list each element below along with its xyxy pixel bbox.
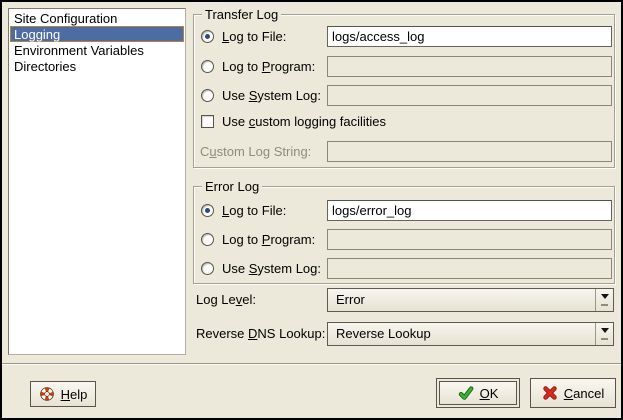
reverse-dns-combo[interactable]: Reverse Lookup	[327, 322, 614, 346]
help-button[interactable]: Help	[30, 381, 96, 407]
ok-button-label: OK	[480, 386, 499, 401]
bottom-separator	[2, 363, 621, 365]
error-log-group-title: Error Log	[202, 179, 262, 194]
error-log-to-file-row: Log to File:	[201, 200, 286, 221]
chevron-down-icon	[601, 294, 609, 303]
log-level-value: Error	[328, 289, 595, 311]
custom-facilities-row: Use custom logging facilities	[201, 112, 386, 130]
custom-log-string-input	[327, 141, 612, 162]
cancel-button[interactable]: Cancel	[530, 378, 616, 408]
error-log-program-input	[327, 229, 612, 250]
sidebar-item-directories[interactable]: Directories	[10, 58, 184, 74]
transfer-use-system-log-radio[interactable]	[201, 89, 214, 102]
error-system-log-input	[327, 258, 612, 279]
reverse-dns-dropdown-button[interactable]	[595, 323, 613, 345]
reverse-dns-value: Reverse Lookup	[328, 323, 595, 345]
cancel-button-label: Cancel	[564, 386, 604, 401]
use-custom-facilities-checkbox[interactable]	[201, 115, 214, 128]
transfer-use-system-log-label[interactable]: Use System Log:	[222, 88, 321, 103]
error-log-to-file-label[interactable]: Log to File:	[222, 203, 286, 218]
transfer-use-system-log-row: Use System Log:	[201, 85, 321, 106]
error-log-to-program-row: Log to Program:	[201, 229, 315, 250]
chevron-down-icon	[601, 328, 609, 337]
transfer-log-file-input[interactable]	[327, 26, 612, 47]
error-log-to-program-label[interactable]: Log to Program:	[222, 232, 315, 247]
reverse-dns-label: Reverse DNS Lookup:	[196, 322, 325, 346]
error-log-to-program-radio[interactable]	[201, 233, 214, 246]
help-button-label: Help	[61, 387, 88, 402]
error-log-file-input[interactable]	[327, 200, 612, 221]
custom-log-string-label: Custom Log String:	[200, 141, 311, 162]
category-list: Site Configuration Logging Environment V…	[8, 8, 186, 355]
sidebar-item-environment-variables[interactable]: Environment Variables	[10, 42, 184, 58]
log-level-label: Log Level:	[196, 288, 256, 312]
error-log-to-file-radio[interactable]	[201, 204, 214, 217]
sidebar-item-site-configuration[interactable]: Site Configuration	[10, 10, 184, 26]
cancel-x-icon	[542, 385, 558, 401]
transfer-log-to-file-label[interactable]: Log to File:	[222, 29, 286, 44]
error-use-system-log-label[interactable]: Use System Log:	[222, 261, 321, 276]
transfer-log-to-program-row: Log to Program:	[201, 56, 315, 77]
transfer-log-to-file-radio[interactable]	[201, 30, 214, 43]
ok-button[interactable]: OK	[439, 381, 517, 405]
transfer-log-to-file-row: Log to File:	[201, 26, 286, 47]
transfer-log-to-program-label[interactable]: Log to Program:	[222, 59, 315, 74]
sidebar-item-logging[interactable]: Logging	[10, 26, 184, 42]
error-use-system-log-row: Use System Log:	[201, 258, 321, 279]
use-custom-facilities-label[interactable]: Use custom logging facilities	[222, 114, 386, 129]
log-level-dropdown-button[interactable]	[595, 289, 613, 311]
log-level-combo[interactable]: Error	[327, 288, 614, 312]
error-use-system-log-radio[interactable]	[201, 262, 214, 275]
transfer-system-log-input	[327, 85, 612, 106]
transfer-log-to-program-radio[interactable]	[201, 60, 214, 73]
ok-check-icon	[458, 385, 474, 401]
transfer-log-program-input	[327, 56, 612, 77]
ok-button-default-ring: OK	[436, 378, 520, 408]
transfer-log-group-title: Transfer Log	[202, 7, 281, 22]
help-lifebuoy-icon	[39, 386, 55, 402]
